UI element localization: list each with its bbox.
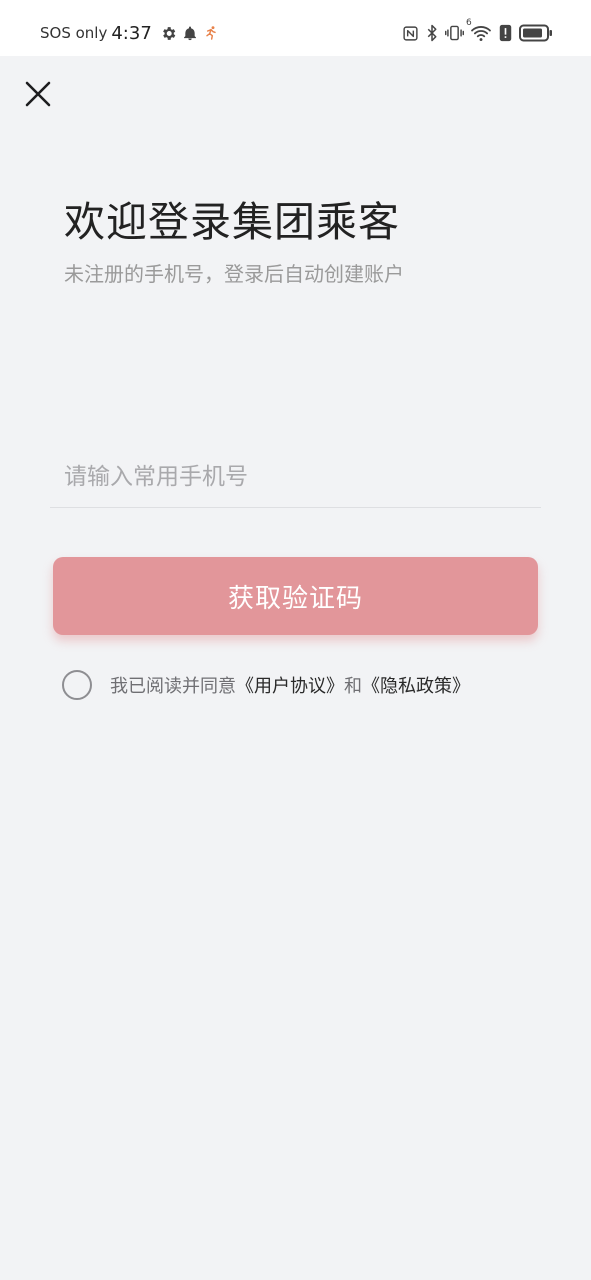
- bluetooth-icon: [425, 24, 439, 42]
- agreement-and: 和: [344, 676, 362, 697]
- agreement-prefix: 我已阅读并同意: [110, 676, 236, 697]
- alert-icon: [498, 24, 513, 42]
- get-code-button[interactable]: 获取验证码: [53, 557, 538, 635]
- privacy-policy-link[interactable]: 《隐私政策》: [362, 672, 470, 698]
- user-agreement-link[interactable]: 《用户协议》: [236, 672, 344, 698]
- agreement-checkbox[interactable]: [62, 670, 92, 700]
- status-bar: SOS only 4:37 6: [0, 0, 591, 56]
- carrier-text: SOS only: [40, 24, 108, 42]
- clock: 4:37: [111, 22, 152, 44]
- status-right: 6: [396, 18, 553, 46]
- nfc-icon: [402, 25, 419, 42]
- close-icon: [25, 81, 51, 107]
- close-button[interactable]: [18, 74, 58, 114]
- page-title: 欢迎登录集团乘客: [64, 198, 400, 246]
- wifi-badge: 6: [466, 18, 472, 28]
- vibrate-icon: [445, 24, 464, 42]
- runner-icon: [203, 25, 219, 41]
- page-subtitle: 未注册的手机号，登录后自动创建账户: [64, 262, 404, 286]
- agreement-row: 我已阅读并同意 《用户协议》 和 《隐私政策》: [62, 668, 470, 702]
- battery-icon: [519, 24, 553, 42]
- phone-input[interactable]: [50, 446, 541, 508]
- wifi-icon: 6: [466, 18, 492, 42]
- gear-icon: [160, 25, 177, 42]
- bell-icon: [182, 25, 198, 42]
- status-left: SOS only 4:37: [40, 20, 224, 46]
